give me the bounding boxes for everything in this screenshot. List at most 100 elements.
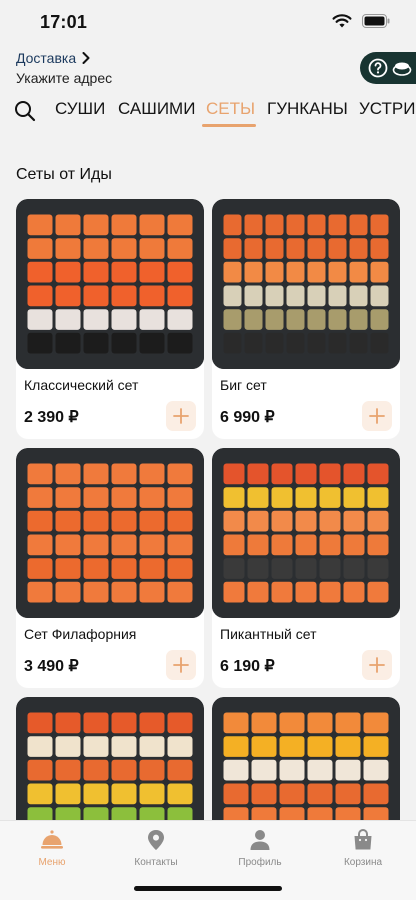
sushi-piece (319, 463, 341, 485)
add-to-cart-button[interactable] (362, 650, 392, 680)
sushi-piece (328, 238, 347, 259)
sushi-piece (349, 285, 368, 307)
nav-item-profile[interactable]: Профиль (220, 829, 300, 868)
sushi-piece (319, 581, 341, 603)
sushi-piece (307, 238, 326, 259)
sushi-piece (363, 712, 389, 734)
sushi-piece (265, 309, 284, 330)
product-card[interactable]: Биг сет 6 990 ₽ (212, 199, 400, 439)
sushi-piece (349, 238, 368, 259)
sushi-piece (286, 309, 305, 330)
sushi-piece (349, 309, 368, 330)
sushi-piece (349, 261, 368, 283)
plus-icon (369, 408, 385, 424)
sushi-piece (286, 285, 305, 307)
sushi-piece (83, 463, 109, 485)
tab-oysters[interactable]: УСТРИЦ (359, 99, 416, 119)
sushi-piece (328, 261, 347, 283)
sushi-piece (319, 558, 341, 579)
sushi-piece (223, 712, 249, 734)
product-image[interactable] (212, 448, 400, 618)
sushi-piece (343, 558, 365, 579)
sushi-piece (223, 581, 245, 603)
nav-item-contacts[interactable]: Контакты (116, 829, 196, 868)
delivery-label: Доставка (16, 50, 77, 66)
tab-gunkans[interactable]: ГУНКАНЫ (267, 99, 348, 119)
product-card[interactable]: Пикантный сет 6 190 ₽ (212, 448, 400, 688)
add-to-cart-button[interactable] (166, 401, 196, 431)
product-image[interactable] (16, 199, 204, 369)
sushi-piece (247, 510, 269, 532)
search-icon[interactable] (14, 100, 36, 122)
sushi-piece (295, 534, 317, 556)
sushi-piece (83, 534, 109, 556)
tab-sets[interactable]: СЕТЫ (206, 99, 255, 119)
tab-sashimi[interactable]: САШИМИ (118, 99, 195, 119)
product-card[interactable]: Классический сет 2 390 ₽ (16, 199, 204, 439)
category-tabs: СУШИ САШИМИ СЕТЫ ГУНКАНЫ УСТРИЦ (0, 96, 416, 132)
add-to-cart-button[interactable] (362, 401, 392, 431)
sushi-piece (139, 214, 165, 236)
sushi-piece (319, 510, 341, 532)
sushi-piece (139, 487, 165, 508)
sushi-piece (167, 510, 193, 532)
sushi-piece (367, 534, 389, 556)
sushi-piece (328, 285, 347, 307)
delivery-selector[interactable]: Доставка (16, 50, 112, 66)
sushi-piece (111, 463, 137, 485)
sushi-piece (271, 510, 293, 532)
sushi-piece (335, 783, 361, 805)
sushi-piece (247, 558, 269, 579)
sushi-piece (307, 214, 326, 236)
sushi-piece (307, 759, 333, 781)
food-photo (16, 448, 204, 618)
tab-sushi[interactable]: СУШИ (55, 99, 105, 119)
sushi-piece (295, 581, 317, 603)
sushi-piece (27, 534, 53, 556)
sushi-piece (139, 510, 165, 532)
sushi-piece (139, 783, 165, 805)
sushi-piece (244, 332, 263, 354)
sushi-piece (83, 558, 109, 579)
question-circle-icon[interactable] (368, 58, 388, 78)
sushi-piece (27, 214, 53, 236)
product-image[interactable] (212, 199, 400, 369)
nav-item-cart[interactable]: Корзина (323, 829, 403, 868)
plus-icon (173, 408, 189, 424)
sushi-piece (223, 332, 242, 354)
product-card[interactable]: Сет Филафорния 3 490 ₽ (16, 448, 204, 688)
sushi-piece (55, 736, 81, 757)
sushi-piece (223, 510, 245, 532)
sushi-piece (111, 736, 137, 757)
delivery-address[interactable]: Доставка Укажите адрес (16, 50, 112, 86)
add-to-cart-button[interactable] (166, 650, 196, 680)
sushi-piece (367, 463, 389, 485)
sushi-piece (83, 261, 109, 283)
sushi-piece (27, 712, 53, 734)
sushi-piece (55, 261, 81, 283)
sushi-piece (307, 712, 333, 734)
sushi-piece (244, 285, 263, 307)
sushi-piece (167, 581, 193, 603)
sushi-piece (295, 510, 317, 532)
sushi-piece (223, 759, 249, 781)
sushi-piece (247, 487, 269, 508)
sushi-piece (111, 558, 137, 579)
food-photo (16, 199, 204, 369)
help-pill[interactable] (360, 52, 416, 84)
sushi-piece (111, 238, 137, 259)
address-placeholder[interactable]: Укажите адрес (16, 70, 112, 86)
battery-icon (362, 14, 390, 28)
product-image[interactable] (16, 448, 204, 618)
sushi-piece (111, 261, 137, 283)
product-price: 6 990 ₽ (220, 409, 275, 426)
home-indicator (134, 886, 282, 891)
sushi-piece (307, 783, 333, 805)
sushi-piece (307, 309, 326, 330)
nav-item-menu[interactable]: Меню (12, 829, 92, 868)
sushi-piece (83, 332, 109, 354)
sushi-piece (295, 558, 317, 579)
sushi-piece (319, 487, 341, 508)
sushi-piece (83, 309, 109, 330)
sushi-piece (343, 463, 365, 485)
